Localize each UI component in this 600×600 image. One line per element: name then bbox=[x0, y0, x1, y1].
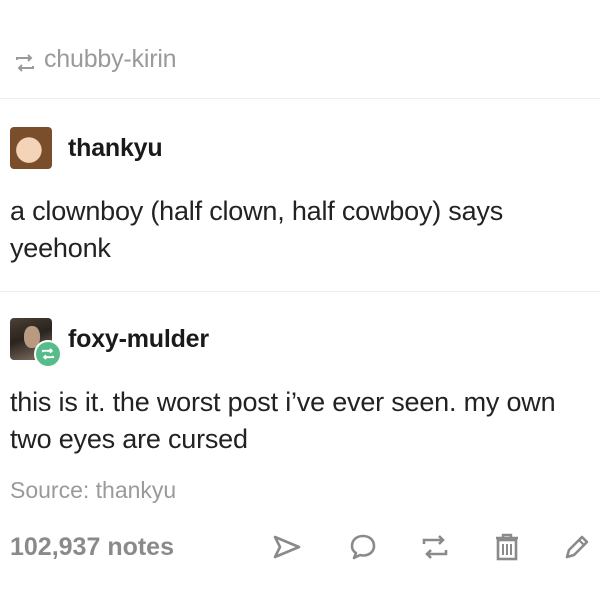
delete-button[interactable] bbox=[490, 530, 524, 564]
reply-icon bbox=[350, 534, 376, 560]
post-header: thankyu bbox=[10, 127, 163, 169]
share-icon bbox=[273, 535, 301, 559]
share-button[interactable] bbox=[270, 530, 304, 564]
avatar[interactable] bbox=[10, 127, 52, 169]
post-text: a clownboy (half clown, half cowboy) say… bbox=[10, 196, 504, 263]
source-link[interactable]: Source: thankyu bbox=[10, 477, 176, 504]
reblog-icon bbox=[14, 50, 36, 72]
edit-icon bbox=[565, 535, 589, 559]
avatar[interactable] bbox=[10, 318, 62, 368]
reblog-header[interactable]: chubby-kirin bbox=[14, 44, 177, 74]
post-username[interactable]: thankyu bbox=[68, 134, 163, 163]
reblog-icon bbox=[41, 348, 55, 360]
reply-button[interactable] bbox=[346, 530, 380, 564]
post-text: this is it. the worst post i’ve ever see… bbox=[10, 387, 556, 454]
divider bbox=[0, 291, 600, 292]
post-header: foxy-mulder bbox=[10, 318, 209, 368]
reblog-username[interactable]: chubby-kirin bbox=[44, 45, 177, 74]
divider bbox=[0, 98, 600, 99]
reblog-icon bbox=[422, 535, 448, 559]
reblog-button[interactable] bbox=[418, 530, 452, 564]
post-username[interactable]: foxy-mulder bbox=[68, 325, 209, 354]
edit-button[interactable] bbox=[560, 530, 594, 564]
notes-count[interactable]: 102,937 notes bbox=[10, 533, 174, 562]
reblog-badge bbox=[34, 340, 62, 368]
delete-icon bbox=[496, 533, 518, 561]
